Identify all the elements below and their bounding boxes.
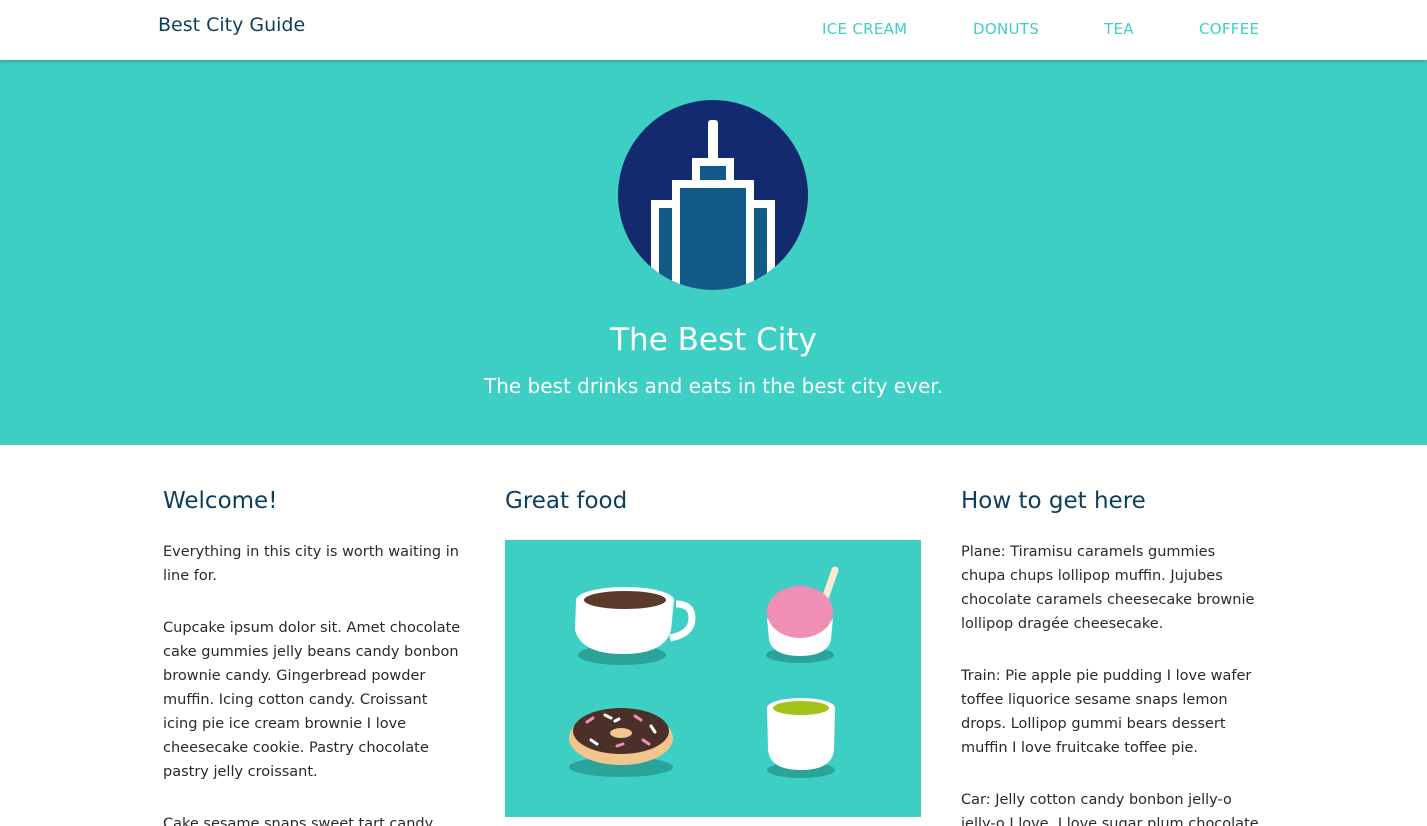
welcome-paragraph: Cake sesame snaps sweet tart candy: [163, 816, 434, 826]
nav-link-ice-cream[interactable]: ICE CREAM: [822, 20, 907, 38]
welcome-column: Welcome! Everything in this city is wort…: [163, 488, 463, 826]
top-navigation-bar: Best City Guide ICE CREAM DONUTS TEA COF…: [0, 0, 1427, 60]
food-illustration: [505, 540, 921, 817]
nav-link-donuts[interactable]: DONUTS: [973, 20, 1039, 38]
tea-cup-icon: [767, 698, 835, 778]
city-skyline-icon: [618, 100, 808, 290]
travel-paragraph: Plane: Tiramisu caramels gummies chupa c…: [961, 544, 1255, 632]
food-heading: Great food: [505, 488, 628, 514]
hero-title: The Best City: [610, 322, 817, 358]
nav-links: ICE CREAM DONUTS TEA COFFEE: [0, 20, 1427, 40]
welcome-heading: Welcome!: [163, 488, 278, 514]
hero-subtitle: The best drinks and eats in the best cit…: [483, 374, 943, 398]
food-column: Great food: [505, 488, 921, 817]
travel-column: How to get here Plane: Tiramisu caramels…: [961, 488, 1261, 826]
welcome-paragraph: Everything in this city is worth waiting…: [163, 544, 459, 584]
travel-paragraph: Train: Pie apple pie pudding I love wafe…: [961, 668, 1252, 756]
travel-paragraph: Car: Jelly cotton candy bonbon jelly-o j…: [961, 792, 1259, 826]
welcome-paragraph: Cupcake ipsum dolor sit. Amet chocolate …: [163, 620, 461, 780]
donut-icon: [569, 708, 673, 777]
travel-heading: How to get here: [961, 488, 1146, 514]
nav-link-coffee[interactable]: COFFEE: [1199, 20, 1259, 38]
hero-banner: The Best City The best drinks and eats i…: [0, 60, 1427, 445]
nav-link-tea[interactable]: TEA: [1104, 20, 1134, 38]
